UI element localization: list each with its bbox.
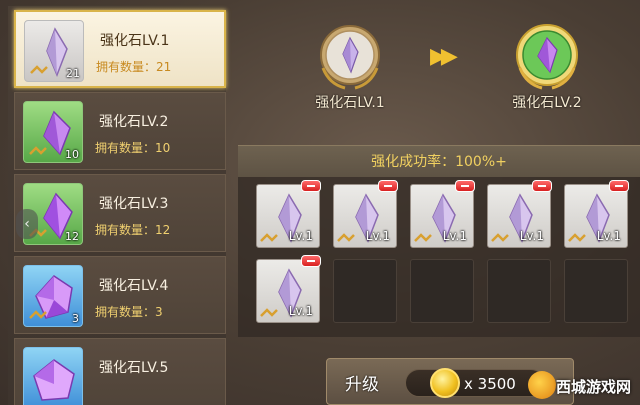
target-stone-label: 强化石LV.2	[512, 95, 582, 111]
owned-count: 拥有数量：12	[95, 223, 171, 237]
remove-material-icon[interactable]	[532, 180, 552, 192]
stone-name: 强化石LV.2	[99, 114, 169, 130]
remove-material-icon[interactable]	[301, 255, 321, 267]
upgrade-cost: x 3500	[464, 375, 516, 393]
material-slot-filled[interactable]: Lv.1	[410, 180, 475, 248]
material-slot-filled[interactable]: Lv.1	[256, 180, 321, 248]
list-item-stone-lv4[interactable]: 3 强化石LV.4 拥有数量：3	[14, 256, 226, 334]
laurel-medal-icon	[516, 24, 578, 90]
stone-slot	[23, 347, 83, 405]
stone-name: 强化石LV.5	[99, 360, 169, 376]
gold-coin-icon	[430, 368, 460, 398]
material-slot-empty[interactable]	[487, 259, 551, 323]
success-rate-text: 强化成功率：100%+	[371, 154, 507, 170]
target-stone-medal	[512, 22, 582, 92]
watermark-logo-icon	[528, 371, 556, 399]
watermark-text: 西城游戏网	[556, 378, 632, 396]
stone-name: 强化石LV.1	[100, 33, 170, 49]
scroll-left-arrow-icon[interactable]: ‹	[16, 209, 38, 239]
stone-quantity: 12	[65, 230, 79, 243]
material-level: Lv.1	[596, 229, 621, 243]
list-item-stone-lv3[interactable]: 12 强化石LV.3 拥有数量：12	[14, 174, 226, 252]
material-level: Lv.1	[365, 229, 390, 243]
material-level: Lv.1	[442, 229, 467, 243]
material-slot-empty[interactable]	[333, 259, 397, 323]
stone-list: 21 强化石LV.1 拥有数量：21 10 强化石LV.2 拥有数量：10 12…	[8, 6, 226, 405]
cost-display: x 3500	[405, 368, 545, 398]
stone-quantity: 21	[66, 67, 80, 80]
stone-name: 强化石LV.3	[99, 196, 169, 212]
stone-slot: 21	[24, 20, 84, 82]
laurel-medal-icon	[320, 25, 380, 90]
double-arrow-right-icon: ▶▶	[430, 44, 458, 69]
stone-slot: 3	[23, 265, 83, 327]
material-slot-empty[interactable]	[564, 259, 628, 323]
material-level: Lv.1	[519, 229, 544, 243]
remove-material-icon[interactable]	[378, 180, 398, 192]
owned-count: 拥有数量：10	[95, 141, 171, 155]
stone-slot: 10	[23, 101, 83, 163]
material-slot-empty[interactable]	[410, 259, 474, 323]
list-item-stone-lv2[interactable]: 10 强化石LV.2 拥有数量：10	[14, 92, 226, 170]
list-item-stone-lv1[interactable]: 21 强化石LV.1 拥有数量：21	[14, 10, 226, 88]
success-rate-bar: 强化成功率：100%+	[238, 145, 640, 177]
owned-count: 拥有数量：3	[95, 305, 163, 319]
upgrade-button-label: 升级	[345, 375, 379, 395]
stone-quantity: 3	[72, 312, 79, 325]
owned-count: 拥有数量：21	[96, 60, 172, 74]
list-item-stone-lv5[interactable]: 强化石LV.5	[14, 338, 226, 405]
material-slot-filled[interactable]: Lv.1	[564, 180, 629, 248]
stone-name: 强化石LV.4	[99, 278, 169, 294]
remove-material-icon[interactable]	[301, 180, 321, 192]
material-slot-filled[interactable]: Lv.1	[487, 180, 552, 248]
material-slot-filled[interactable]: Lv.1	[256, 255, 321, 323]
source-stone-label: 强化石LV.1	[315, 95, 385, 111]
remove-material-icon[interactable]	[609, 180, 629, 192]
site-watermark: 西城游戏网	[526, 369, 636, 403]
source-stone-medal	[315, 22, 385, 92]
material-slot-filled[interactable]: Lv.1	[333, 180, 398, 248]
stone-quantity: 10	[65, 148, 79, 161]
material-level: Lv.1	[288, 304, 313, 318]
remove-material-icon[interactable]	[455, 180, 475, 192]
crystal-icon	[33, 359, 75, 401]
material-level: Lv.1	[288, 229, 313, 243]
